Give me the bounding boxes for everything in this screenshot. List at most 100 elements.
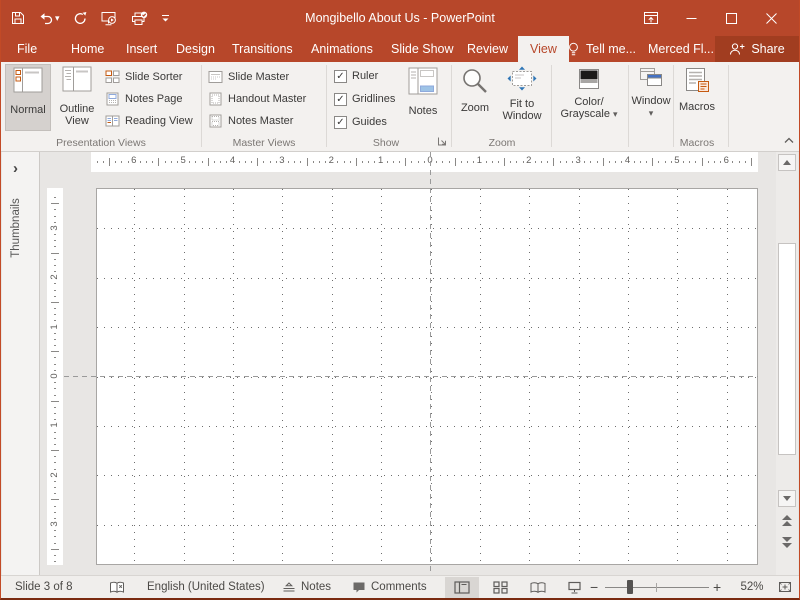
- notes-toggle[interactable]: Notes: [282, 576, 331, 598]
- zoom-percent[interactable]: 52%: [737, 576, 767, 598]
- ruler-number: 6: [719, 155, 733, 166]
- notes-master-button[interactable]: Notes Master: [208, 111, 293, 130]
- thumbnails-expand-icon[interactable]: ›: [13, 160, 18, 177]
- ruler-tick: [54, 506, 56, 507]
- group-label-master-views: Master Views: [203, 137, 325, 151]
- zoom-out-button[interactable]: −: [590, 576, 598, 598]
- ruler-tick: [597, 161, 598, 163]
- fit-slide-to-window-button[interactable]: [777, 576, 793, 598]
- window-icon: [638, 66, 664, 90]
- ruler-tick: [584, 161, 585, 163]
- account-name[interactable]: Merced Fl...: [648, 36, 714, 62]
- share-label: Share: [751, 42, 784, 56]
- horizontal-guide[interactable]: [64, 376, 758, 377]
- minimize-button[interactable]: [671, 0, 711, 36]
- ruler-tick: [54, 395, 56, 396]
- ruler-tick: [263, 161, 264, 163]
- spell-check-button[interactable]: [109, 576, 125, 598]
- scrollbar-thumb[interactable]: [778, 243, 796, 455]
- ruler-tick: [745, 161, 746, 163]
- zoom-slider-midpoint: [656, 583, 657, 592]
- spell-check-icon: [109, 581, 125, 594]
- ruler-tick: [442, 161, 443, 163]
- tab-file[interactable]: File: [13, 36, 41, 62]
- ruler-number: 5: [670, 155, 684, 166]
- thumbnails-pane-label: Thumbnails: [10, 185, 26, 271]
- slide-indicator[interactable]: Slide 3 of 8: [15, 576, 73, 598]
- status-bar: Slide 3 of 8 English (United States) Not…: [1, 575, 799, 598]
- gridlines-checkbox[interactable]: ✓ Gridlines: [334, 91, 395, 107]
- ruler-tick: [54, 518, 56, 519]
- ruler-checkbox[interactable]: ✓ Ruler: [334, 68, 378, 84]
- normal-view-button[interactable]: Normal: [5, 64, 51, 131]
- ruler-tick: [399, 161, 400, 163]
- reading-view-status-icon: [530, 581, 546, 594]
- ruler-tick: [54, 487, 56, 488]
- ruler-tick: [374, 161, 375, 163]
- slide-master-icon: [208, 70, 223, 84]
- tell-me-label: Tell me...: [586, 42, 636, 56]
- notes-page-icon: [105, 92, 120, 106]
- ruler-number: 2: [324, 155, 338, 166]
- tab-design[interactable]: Design: [172, 36, 219, 62]
- zoom-in-button[interactable]: +: [713, 576, 721, 598]
- zoom-button[interactable]: Zoom: [455, 64, 495, 131]
- status-slide-show-button[interactable]: [557, 577, 591, 598]
- scroll-up-button[interactable]: [778, 154, 796, 171]
- window-controls: [631, 0, 791, 36]
- tab-slide-show[interactable]: Slide Show: [387, 36, 458, 62]
- tab-home[interactable]: Home: [67, 36, 108, 62]
- previous-slide-button[interactable]: [782, 515, 792, 526]
- status-slide-sorter-button[interactable]: [483, 577, 517, 598]
- window-button[interactable]: Window ▾: [631, 64, 671, 131]
- notes-page-button[interactable]: Notes Page: [105, 89, 182, 108]
- reading-view-button[interactable]: Reading View: [105, 111, 193, 130]
- ruler-tick: [510, 161, 511, 163]
- vertical-guide[interactable]: [430, 152, 431, 572]
- tab-insert[interactable]: Insert: [122, 36, 161, 62]
- fit-to-window-button[interactable]: Fit to Window: [497, 64, 547, 131]
- guides-checkbox[interactable]: ✓ Guides: [334, 114, 387, 130]
- lightbulb-icon: [567, 42, 580, 57]
- collapse-ribbon-button[interactable]: [783, 135, 795, 147]
- tab-animations[interactable]: Animations: [307, 36, 377, 62]
- outline-view-button[interactable]: Outline View: [53, 64, 101, 131]
- scroll-down-button[interactable]: [778, 490, 796, 507]
- ruler-tick: [732, 161, 733, 163]
- notes-button[interactable]: Notes: [400, 64, 446, 131]
- language-indicator[interactable]: English (United States): [147, 576, 265, 598]
- zoom-slider-track[interactable]: [605, 587, 709, 588]
- dropdown-caret-icon: ▾: [649, 108, 654, 118]
- slide-sorter-status-icon: [493, 581, 508, 594]
- ruler-tick: [325, 161, 326, 163]
- next-slide-button[interactable]: [782, 537, 792, 548]
- gridline-horizontal: [97, 327, 757, 328]
- tab-review[interactable]: Review: [463, 36, 512, 62]
- comments-toggle[interactable]: Comments: [352, 576, 427, 598]
- tell-me-box[interactable]: Tell me...: [567, 36, 636, 62]
- ruler-tick: [51, 253, 59, 254]
- share-button[interactable]: Share: [715, 36, 799, 62]
- thumbnails-pane[interactable]: › Thumbnails: [2, 152, 40, 575]
- close-button[interactable]: [751, 0, 791, 36]
- show-dialog-launcher[interactable]: [437, 136, 448, 147]
- status-reading-view-button[interactable]: [521, 577, 555, 598]
- macros-button[interactable]: Macros: [676, 64, 718, 131]
- handout-master-button[interactable]: Handout Master: [208, 89, 306, 108]
- ruler-tick: [708, 161, 709, 163]
- ruler-number: 1: [374, 155, 388, 166]
- ribbon-display-options-button[interactable]: [631, 0, 671, 36]
- vertical-scrollbar[interactable]: [776, 152, 798, 575]
- tab-transitions[interactable]: Transitions: [228, 36, 297, 62]
- color-grayscale-button[interactable]: Color/ Grayscale ▾: [557, 64, 621, 131]
- tab-view[interactable]: View: [518, 36, 569, 62]
- slide-sorter-button[interactable]: Slide Sorter: [105, 67, 182, 86]
- slide-master-button[interactable]: Slide Master: [208, 67, 289, 86]
- zoom-slider-thumb[interactable]: [627, 580, 633, 594]
- comments-icon: [352, 581, 366, 594]
- ruler-number: 2: [49, 468, 61, 482]
- status-normal-view-button[interactable]: [445, 577, 479, 598]
- maximize-button[interactable]: [711, 0, 751, 36]
- group-separator: [673, 65, 674, 147]
- ruler-tick: [115, 161, 116, 163]
